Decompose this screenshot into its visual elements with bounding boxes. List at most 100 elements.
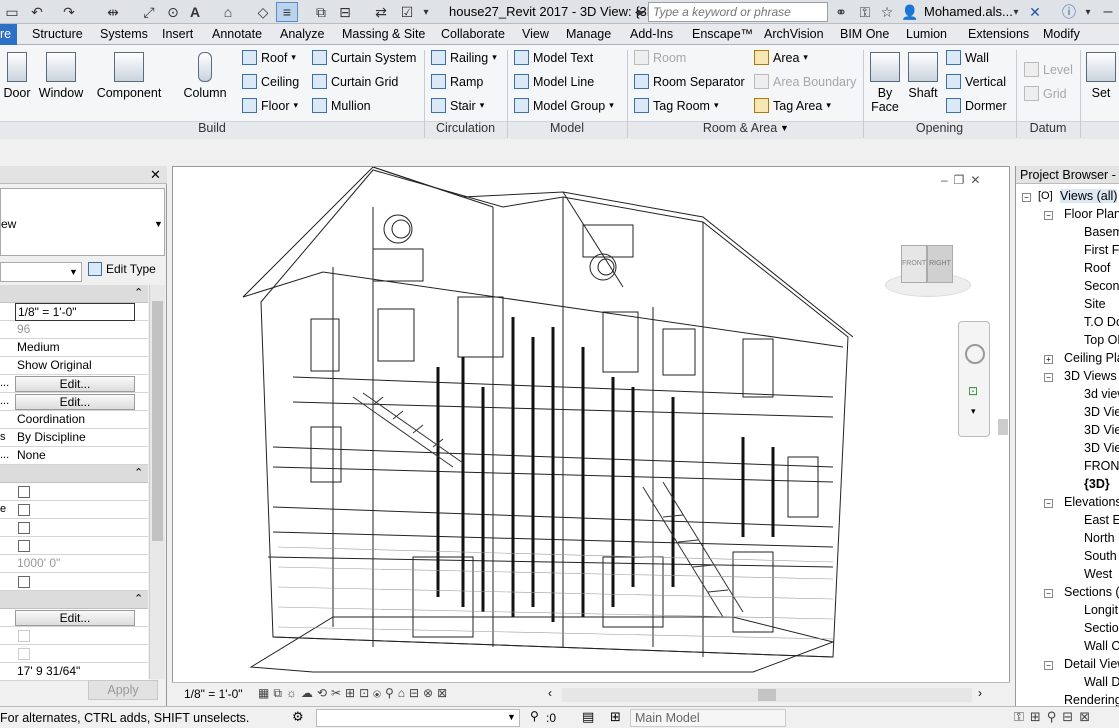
exchange-icon[interactable]: ✕ (1024, 2, 1046, 22)
collapse-icon[interactable]: − (1044, 373, 1053, 382)
tree-leaf[interactable]: First Fl (1084, 243, 1119, 257)
group-header[interactable]: ⌃ (0, 285, 148, 303)
discipline-value[interactable]: Coordination (15, 411, 135, 429)
section-icon[interactable]: ◇ (254, 2, 272, 22)
stair-button[interactable]: Stair ▾ (431, 98, 484, 113)
quick-access-icon[interactable]: ▭ (0, 2, 24, 22)
tree-leaf[interactable]: 3D View (1084, 441, 1119, 455)
panel-label-room-area[interactable]: Room & Area (627, 121, 853, 135)
view-scale[interactable]: 1/8" = 1'-0" (184, 687, 243, 701)
steering-wheel-icon[interactable] (965, 344, 985, 364)
edit-icon[interactable]: ☑ (396, 2, 418, 22)
tree-node-ceiling-plans[interactable]: Ceiling Pla (1064, 351, 1119, 365)
tab-annotate[interactable]: Annotate (212, 27, 262, 41)
wall-opening-button[interactable]: Wall (946, 50, 989, 65)
instance-filter-dropdown[interactable]: ▼ (0, 262, 82, 282)
property-row[interactable]: ... Edit... (0, 393, 148, 411)
checkbox[interactable] (18, 504, 30, 516)
floor-button[interactable]: Floor ▾ (242, 98, 298, 113)
sync-icon[interactable]: ⇄ (370, 2, 392, 22)
room-area-dropdown-icon[interactable]: ▼ (780, 123, 789, 133)
dormer-button[interactable]: Dormer (946, 98, 1007, 113)
collapse-icon[interactable]: − (1044, 589, 1053, 598)
tree-leaf[interactable]: East Ele (1084, 513, 1119, 527)
checkbox[interactable] (18, 576, 30, 588)
workset-dropdown[interactable]: ▼ (316, 709, 520, 727)
dimension-icon[interactable]: ⤢ (140, 2, 158, 22)
subscription-icon[interactable]: ⚿ (856, 2, 874, 22)
set-workplane-button[interactable]: Set (1086, 52, 1116, 100)
user-name[interactable]: Mohamed.als... (924, 4, 1013, 19)
favorites-icon[interactable]: ☆ (878, 2, 896, 22)
apply-button[interactable]: Apply (88, 680, 158, 700)
model-text-button[interactable]: Model Text (514, 50, 593, 65)
window-button[interactable]: Window (38, 52, 84, 100)
property-row[interactable]: 1000' 0" (0, 555, 148, 573)
help-dropdown-icon[interactable]: ▾ (1082, 2, 1094, 22)
tab-analyze[interactable]: Analyze (280, 27, 324, 41)
tab-enscape[interactable]: Enscape™ (692, 27, 753, 41)
tree-leaf[interactable]: T.O Do (1084, 315, 1119, 329)
property-row[interactable]: Coordination (0, 411, 148, 429)
tab-add-ins[interactable]: Add-Ins (630, 27, 673, 41)
shaft-button[interactable]: Shaft (905, 52, 941, 100)
tree-leaf[interactable]: Roof (1084, 261, 1110, 275)
camera-height-value[interactable]: 17' 9 31/64" (15, 663, 135, 681)
zoom-region-icon[interactable]: ⊡ (968, 384, 978, 398)
tab-massing-site[interactable]: Massing & Site (342, 27, 425, 41)
3d-viewport[interactable]: –❐✕ FRONT RIGHT ⊡ ▾ (172, 166, 1010, 706)
help-icon[interactable]: ⓘ (1058, 2, 1080, 22)
model-line-button[interactable]: Model Line (514, 74, 594, 89)
tree-node-detail-views[interactable]: Detail View (1064, 657, 1119, 671)
tree-leaf[interactable]: 3D View (1084, 423, 1119, 437)
worksets-icon[interactable]: ⚙ (292, 709, 304, 725)
redo-icon[interactable]: ↷ (58, 2, 80, 22)
tree-leaf[interactable]: Wall D (1084, 675, 1119, 689)
property-row[interactable]: ... None (0, 447, 148, 465)
tree-node-sections[interactable]: Sections (B (1064, 585, 1119, 599)
collapse-icon[interactable]: − (1044, 661, 1053, 670)
area-boundary-button[interactable]: Area Boundary (754, 74, 856, 89)
viewcube[interactable]: FRONT RIGHT (879, 239, 975, 299)
tree-leaf-active[interactable]: {3D} (1084, 477, 1110, 491)
property-row[interactable] (0, 483, 148, 501)
selection-settings-icons[interactable]: ⚿⊞⚲⊟⊠ (1014, 709, 1096, 725)
collapse-icon[interactable]: − (1044, 499, 1053, 508)
tree-leaf[interactable]: FRONT (1084, 459, 1119, 473)
viewport-scroll-thumb[interactable] (998, 419, 1008, 435)
close-icon[interactable]: ✕ (150, 167, 161, 183)
detail-level-value[interactable]: Medium (15, 339, 135, 357)
tag-icon[interactable]: ⊙ (164, 2, 182, 22)
tab-archvision[interactable]: ArchVision (764, 27, 824, 41)
tab-bim-one[interactable]: BIM One (840, 27, 889, 41)
model-group-button[interactable]: Model Group ▾ (514, 98, 614, 113)
text-icon[interactable]: A (186, 2, 204, 22)
vertical-opening-button[interactable]: Vertical (946, 74, 1006, 89)
component-button[interactable]: Component (96, 52, 162, 100)
tab-architecture[interactable]: re (0, 24, 18, 45)
group-header[interactable]: ⌃ (0, 465, 148, 483)
view-scale-value[interactable]: 1/8" = 1'-0" (15, 303, 135, 321)
properties-scrollbar[interactable] (149, 285, 165, 679)
expand-icon[interactable]: + (1044, 355, 1053, 364)
ramp-button[interactable]: Ramp (431, 74, 483, 89)
view-window-controls[interactable]: –❐✕ (941, 173, 987, 187)
chevron-down-icon[interactable]: ▾ (971, 406, 976, 417)
edit-type-button[interactable]: Edit Type (88, 262, 156, 276)
tree-leaf[interactable]: Basem (1084, 225, 1119, 239)
thin-lines-icon[interactable]: ≡ (276, 2, 298, 22)
property-row[interactable] (0, 645, 148, 663)
property-row[interactable]: s By Discipline (0, 429, 148, 447)
property-row[interactable] (0, 573, 148, 591)
tree-node-views-all[interactable]: Views (all) (1060, 189, 1118, 203)
minimize-icon[interactable]: – (1098, 2, 1118, 22)
close-hidden-icon[interactable]: ⧉ (310, 2, 332, 22)
user-icon[interactable]: 👤 (901, 2, 918, 22)
undo-icon[interactable]: ↶ (26, 2, 48, 22)
tree-node-3d-views[interactable]: 3D Views (1064, 369, 1117, 383)
group-header[interactable]: ⌃ (0, 591, 148, 609)
horizontal-scrollbar[interactable] (562, 688, 972, 702)
tree-leaf[interactable]: 3D View (1084, 405, 1119, 419)
checkbox[interactable] (18, 486, 30, 498)
property-row[interactable]: 1/8" = 1'-0" (0, 303, 148, 321)
